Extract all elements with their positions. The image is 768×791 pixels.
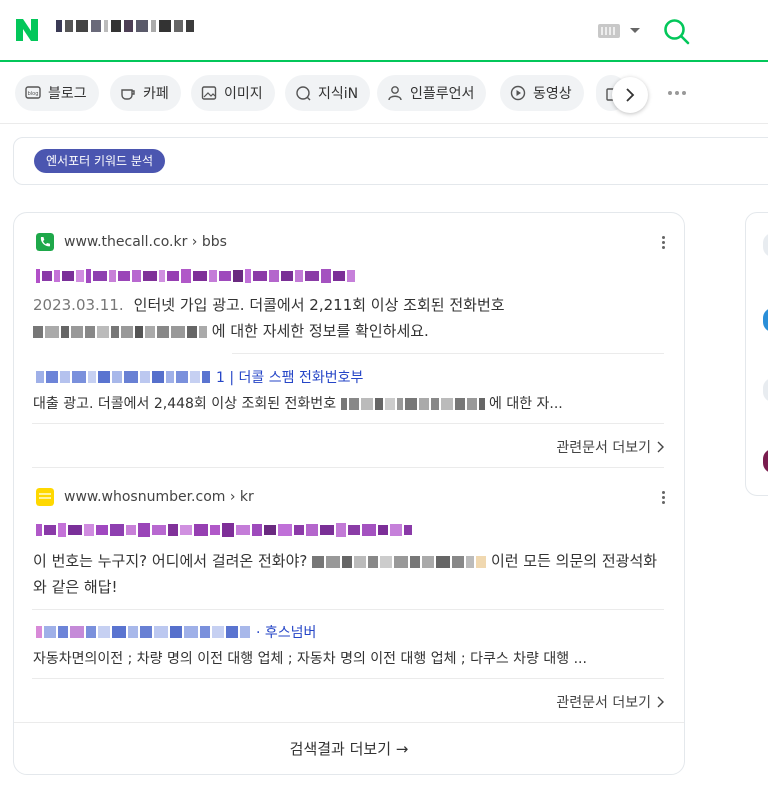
tab-kin[interactable]: 지식iN: [285, 75, 371, 111]
sub-result-title[interactable]: · 후스넘버: [36, 622, 316, 642]
tab-influencer[interactable]: 인플루언서: [377, 75, 487, 111]
divider: [32, 467, 664, 468]
divider: [32, 423, 664, 424]
tab-label: 이미지: [224, 86, 263, 102]
divider: [32, 678, 664, 679]
search-icon[interactable]: [662, 17, 690, 45]
tab-blog[interactable]: blog 블로그: [15, 75, 99, 111]
image-icon: [201, 86, 217, 100]
divider: [14, 722, 684, 723]
chevron-right-icon: [657, 441, 664, 453]
result-options-icon[interactable]: [662, 236, 665, 249]
search-tabs: blog 블로그 카페 이미지 지식iN 인플루언서 동영상: [0, 63, 768, 124]
result-source[interactable]: www.thecall.co.kr › bbs: [36, 233, 227, 251]
divider: [32, 609, 664, 610]
side-item: [763, 449, 768, 473]
sub-result-title[interactable]: 1 | 더콜 스팸 전화번호부: [36, 367, 363, 387]
tab-label: 카페: [143, 86, 169, 102]
side-item: [763, 378, 768, 402]
tab-label: 지식iN: [318, 86, 359, 102]
more-results-button[interactable]: 검색결과 더보기 →: [14, 738, 684, 759]
chevron-right-icon: [657, 696, 664, 708]
result-site: www.thecall.co.kr: [64, 234, 188, 250]
result-path: bbs: [201, 234, 227, 250]
tab-cafe[interactable]: 카페: [110, 75, 181, 111]
redacted-sub-title: [36, 626, 250, 638]
person-icon: [388, 86, 402, 101]
redacted-phone-number: [33, 325, 207, 338]
related-docs-link[interactable]: 관련문서 더보기: [556, 437, 664, 457]
tabs-next-button[interactable]: [612, 77, 648, 113]
cafe-icon: [121, 89, 135, 100]
blog-icon: blog: [25, 86, 41, 99]
redacted-phone-number: [312, 555, 487, 568]
kin-icon: [296, 86, 311, 101]
more-menu-icon[interactable]: [668, 91, 686, 95]
web-results-card: www.thecall.co.kr › bbs 2023.03.11. 인터넷 가…: [13, 212, 685, 775]
tab-label: 블로그: [48, 86, 87, 102]
related-docs-link[interactable]: 관련문서 더보기: [556, 692, 664, 712]
result-site: www.whosnumber.com: [64, 489, 226, 505]
redacted-phone-number: [340, 398, 485, 410]
result-path: kr: [239, 489, 254, 505]
redacted-sub-title: [36, 371, 210, 383]
search-header: [0, 0, 768, 62]
result-title-redacted[interactable]: [36, 269, 355, 283]
keyword-analysis-box: 엔서포터 키워드 분석: [13, 137, 768, 185]
result-description: 2023.03.11. 인터넷 가입 광고. 더콜에서 2,211회 이상 조회된…: [33, 296, 505, 340]
thecall-favicon-icon: [36, 233, 54, 251]
tab-image[interactable]: 이미지: [191, 75, 275, 111]
result-title-redacted[interactable]: [36, 523, 412, 537]
result-options-icon[interactable]: [662, 491, 665, 504]
search-query-redacted[interactable]: [56, 20, 194, 32]
result-date: 2023.03.11.: [33, 296, 124, 314]
side-item: [763, 308, 768, 332]
sub-result-description: 대출 광고. 더콜에서 2,448회 이상 조회된 전화번호 에 대한 자...: [33, 396, 563, 412]
svg-text:blog: blog: [28, 91, 39, 97]
whosnumber-favicon-icon: [36, 488, 54, 506]
keyboard-icon[interactable]: [598, 24, 620, 38]
result-description: 이 번호는 누구지? 어디에서 걸려온 전화야? 이런 모든 의문의 전광석화와…: [33, 552, 658, 596]
naver-logo-icon[interactable]: [14, 17, 40, 43]
chevron-right-icon: [626, 88, 635, 102]
divider: [232, 353, 664, 354]
keyword-analysis-badge[interactable]: 엔서포터 키워드 분석: [34, 149, 165, 173]
result-source[interactable]: www.whosnumber.com › kr: [36, 488, 254, 506]
tab-label: 인플루언서: [410, 86, 475, 102]
side-panel-card: [745, 212, 768, 496]
side-item: [763, 233, 768, 257]
chevron-down-icon[interactable]: [630, 28, 640, 33]
tab-label: 동영상: [533, 86, 572, 102]
play-icon: [510, 85, 526, 101]
tab-video[interactable]: 동영상: [500, 75, 584, 111]
sub-result-description: 자동차면의이전 ; 차량 명의 이전 대행 업체 ; 자동차 명의 이전 대행 …: [33, 651, 587, 667]
